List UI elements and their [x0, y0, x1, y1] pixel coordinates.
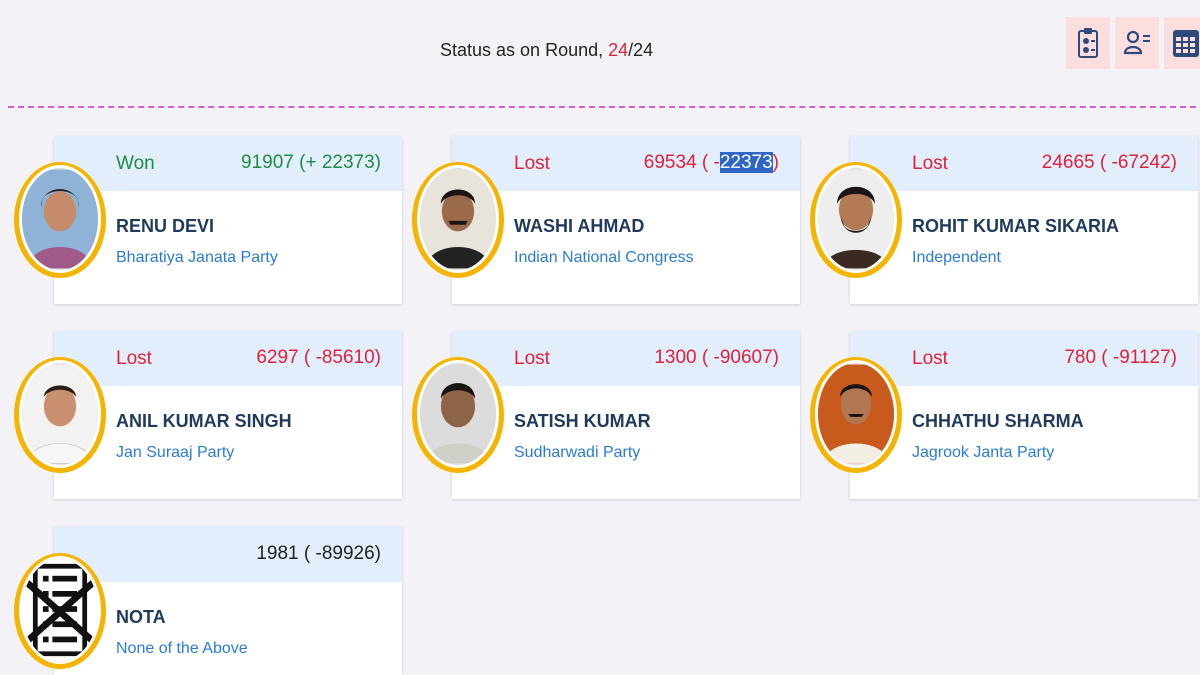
party-name: None of the Above	[116, 640, 248, 657]
photo-frame	[14, 553, 106, 669]
candidate-name: SATISH KUMAR	[514, 411, 651, 431]
result-label: Lost	[116, 348, 152, 369]
candidate-name: ANIL KUMAR SINGH	[116, 411, 292, 431]
toolbar	[1066, 17, 1200, 69]
photo-frame	[14, 162, 106, 278]
party-name: Independent	[912, 249, 1001, 266]
vote-count-suffix: )	[772, 152, 779, 173]
candidate-photo	[19, 165, 101, 273]
round-status: Status as on Round, 24/24	[440, 40, 653, 61]
nota-icon	[23, 563, 97, 657]
photo-frame	[412, 357, 504, 473]
vote-count: 69534 ( -22373)	[644, 152, 779, 174]
candidate-name: CHHATHU SHARMA	[912, 411, 1084, 431]
current-round: 24	[608, 40, 629, 60]
total-rounds: 24	[633, 40, 654, 60]
candidate-name: ROHIT KUMAR SIKARIA	[912, 216, 1119, 236]
candidate-card[interactable]: Lost 24665 ( -67242) ROHIT KUMAR SIKARIA…	[810, 136, 1198, 304]
party-name: Bharatiya Janata Party	[116, 249, 278, 266]
photo-frame	[810, 357, 902, 473]
section-divider	[8, 106, 1196, 108]
candidate-card[interactable]: 1981 ( -89926) NOTA None of the Above	[14, 527, 402, 675]
candidate-photo	[815, 360, 897, 468]
candidate-name: RENU DEVI	[116, 216, 215, 236]
clipboard-button[interactable]	[1066, 17, 1110, 69]
clipboard-icon	[1078, 28, 1098, 58]
selected-text: 22373	[719, 152, 773, 173]
candidate-card[interactable]: Lost 6297 ( -85610) ANIL KUMAR SINGH Jan…	[14, 331, 402, 499]
status-prefix: Status as on Round,	[440, 40, 609, 60]
candidate-card[interactable]: Lost 780 ( -91127) CHHATHU SHARMA Jagroo…	[810, 331, 1198, 499]
candidate-photo	[19, 360, 101, 468]
party-name: Indian National Congress	[514, 249, 694, 266]
table-grid-icon	[1173, 30, 1199, 57]
photo-frame	[14, 357, 106, 473]
vote-count: 1300 ( -90607)	[654, 347, 779, 368]
candidate-list-icon	[1123, 30, 1150, 55]
result-label: Lost	[912, 153, 948, 174]
vote-count-prefix: 69534 ( -	[643, 152, 720, 173]
table-grid-button[interactable]	[1164, 17, 1200, 69]
candidate-photo	[417, 360, 499, 468]
vote-count: 24665 ( -67242)	[1041, 152, 1177, 173]
photo-frame	[412, 162, 504, 278]
result-label: Lost	[514, 348, 550, 369]
candidate-card[interactable]: Won 91907 (+ 22373) RENU DEVI Bharatiya …	[14, 136, 402, 304]
candidate-photo	[417, 165, 499, 273]
vote-count: 6297 ( -85610)	[256, 347, 381, 368]
vote-count: 1981 ( -89926)	[256, 543, 381, 564]
candidate-card[interactable]: Lost 69534 ( -22373) WASHI AHMAD Indian …	[412, 136, 800, 304]
candidate-name: WASHI AHMAD	[514, 216, 645, 236]
candidate-photo	[815, 165, 897, 273]
photo-frame	[810, 162, 902, 278]
party-name: Sudharwadi Party	[514, 444, 641, 461]
result-label: Lost	[912, 348, 948, 369]
result-label: Lost	[514, 153, 550, 174]
candidate-name: NOTA	[116, 607, 166, 627]
candidate-list-button[interactable]	[1115, 17, 1159, 69]
party-name: Jagrook Janta Party	[912, 444, 1055, 461]
nota-symbol	[19, 556, 101, 664]
vote-count: 780 ( -91127)	[1064, 347, 1177, 368]
vote-count: 91907 (+ 22373)	[241, 152, 381, 173]
party-name: Jan Suraaj Party	[116, 444, 235, 461]
candidate-card[interactable]: Lost 1300 ( -90607) SATISH KUMAR Sudharw…	[412, 331, 800, 499]
result-label: Won	[116, 153, 155, 174]
